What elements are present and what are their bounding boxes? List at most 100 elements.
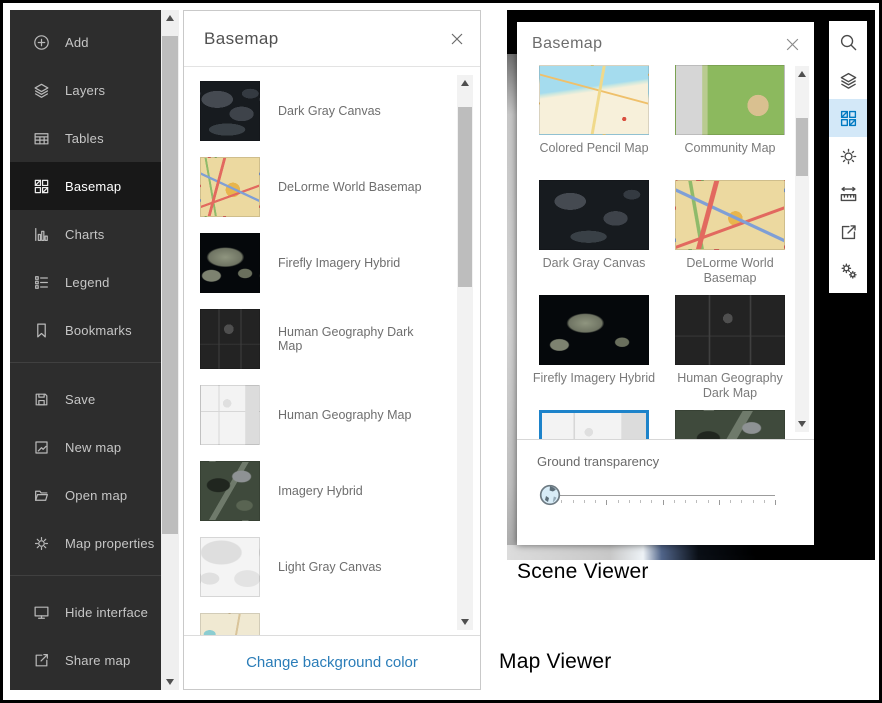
scene-viewer-caption: Scene Viewer — [517, 560, 649, 583]
scroll-down-arrow-icon[interactable] — [166, 679, 174, 685]
basemap-option-imagery-hybrid[interactable]: Imagery Hybrid — [184, 453, 480, 529]
basemap-thumbnail-community — [675, 65, 785, 135]
share-icon — [33, 652, 50, 669]
toolbar-item-search[interactable] — [829, 23, 867, 61]
basemap-thumbnail-colored-pencil — [539, 65, 649, 135]
basemap-option-human-geography-dark-map[interactable]: Human Geography Dark Map — [184, 301, 480, 377]
toolbar-item-daylight[interactable] — [829, 137, 867, 175]
basemap-option-human-geography-dark-map[interactable]: Human Geography Dark Map — [668, 295, 792, 410]
settings-icon — [839, 261, 858, 280]
scroll-up-arrow-icon[interactable] — [798, 71, 806, 77]
sidebar-item-open-map[interactable]: Open map — [10, 471, 161, 519]
monitor-icon — [33, 604, 50, 621]
sidebar-scrollbar[interactable] — [161, 10, 179, 690]
close-icon[interactable] — [450, 32, 464, 46]
scrollbar-thumb[interactable] — [458, 107, 472, 287]
layers-icon — [33, 82, 50, 99]
basemap-option-delorme-world-basemap[interactable]: DeLorme World Basemap — [184, 149, 480, 225]
basemap-option-firefly-imagery-hybrid[interactable]: Firefly Imagery Hybrid — [184, 225, 480, 301]
open-map-icon — [33, 487, 50, 504]
save-icon — [33, 391, 50, 408]
basemap-thumbnail-hg-dark — [200, 309, 260, 369]
basemap-option-human-geography-map[interactable]: Human Geography Map — [532, 410, 656, 439]
panel-header: Basemap — [517, 22, 814, 62]
close-icon[interactable] — [785, 37, 800, 52]
toolbar-item-settings[interactable] — [829, 251, 867, 289]
basemap-grid: Colored Pencil Map Community Map Dark Gr… — [517, 62, 814, 439]
sidebar-item-map-properties[interactable]: Map properties — [10, 519, 161, 567]
scrollbar-thumb[interactable] — [162, 36, 178, 534]
screenshot-frame: Add Layers Tables Basemap Charts Legend … — [0, 0, 882, 703]
basemap-thumbnail-imagery — [675, 410, 785, 439]
scene-viewer-toolbar — [829, 21, 867, 293]
bookmarks-icon — [33, 322, 50, 339]
basemap-thumbnail-hg-light — [539, 410, 649, 439]
charts-icon — [33, 226, 50, 243]
sidebar-item-share-map[interactable]: Share map — [10, 636, 161, 684]
scroll-up-arrow-icon[interactable] — [166, 15, 174, 21]
sidebar-group-map-actions: Save New map Open map Map properties — [10, 367, 161, 571]
basemap-option-community-map[interactable]: Community Map — [668, 65, 792, 180]
scrollbar-thumb[interactable] — [796, 118, 808, 176]
daylight-icon — [839, 147, 858, 166]
slider-track[interactable] — [550, 495, 775, 496]
sidebar-divider — [10, 575, 161, 576]
sidebar-item-charts[interactable]: Charts — [10, 210, 161, 258]
ground-transparency-label: Ground transparency — [537, 454, 660, 469]
scroll-down-arrow-icon[interactable] — [461, 619, 469, 625]
basemap-option-light-gray-canvas[interactable]: Light Gray Canvas — [184, 529, 480, 605]
basemap-list-scrollbar[interactable] — [457, 75, 473, 630]
sidebar-item-add[interactable]: Add — [10, 18, 161, 66]
basemap-thumbnail-dark-gray-canvas — [200, 81, 260, 141]
change-background-color-link[interactable]: Change background color — [246, 654, 418, 671]
share-icon — [839, 223, 858, 242]
basemap-thumbnail-firefly — [539, 295, 649, 365]
basemap-thumbnail-midcentury — [200, 613, 260, 635]
scroll-down-arrow-icon[interactable] — [798, 421, 806, 427]
sidebar-item-basemap[interactable]: Basemap — [10, 162, 161, 210]
map-viewer-basemap-panel: Basemap Dark Gray Canvas DeLorme World B… — [183, 10, 481, 690]
layers-icon — [839, 71, 858, 90]
basemap-thumbnail-delorme — [200, 157, 260, 217]
globe-slider-handle[interactable] — [539, 484, 561, 506]
toolbar-item-share[interactable] — [829, 213, 867, 251]
sidebar-group-content: Add Layers Tables Basemap Charts Legend … — [10, 10, 161, 358]
basemap-option-colored-pencil-map[interactable]: Colored Pencil Map — [532, 65, 656, 180]
basemap-option-delorme-world-basemap[interactable]: DeLorme World Basemap — [668, 180, 792, 295]
sidebar-item-new-map[interactable]: New map — [10, 423, 161, 471]
basemap-option-firefly-imagery-hybrid[interactable]: Firefly Imagery Hybrid — [532, 295, 656, 410]
sidebar-item-save[interactable]: Save — [10, 375, 161, 423]
basemap-option-dark-gray-canvas[interactable]: Dark Gray Canvas — [184, 73, 480, 149]
basemap-list-viewport: Dark Gray Canvas DeLorme World Basemap F… — [184, 67, 480, 635]
sidebar-item-layers[interactable]: Layers — [10, 66, 161, 114]
toolbar-item-layers[interactable] — [829, 61, 867, 99]
basemap-option-mid-century-map[interactable]: Mid-Century Map — [184, 605, 480, 635]
basemap-option-dark-gray-canvas[interactable]: Dark Gray Canvas — [532, 180, 656, 295]
sidebar-item-hide-interface[interactable]: Hide interface — [10, 588, 161, 636]
sidebar-group-app-actions: Hide interface Share map — [10, 580, 161, 688]
map-viewer-sidebar: Add Layers Tables Basemap Charts Legend … — [10, 10, 161, 690]
basemap-thumbnail-hg-light — [200, 385, 260, 445]
basemap-thumbnail-dark-gray-canvas — [539, 180, 649, 250]
sidebar-item-tables[interactable]: Tables — [10, 114, 161, 162]
basemap-grid-scrollbar[interactable] — [795, 66, 809, 432]
panel-footer: Change background color — [184, 635, 480, 689]
map-viewer-caption: Map Viewer — [499, 650, 612, 673]
basemap-option-human-geography-map[interactable]: Human Geography Map — [184, 377, 480, 453]
basemap-option-imagery-hybrid[interactable]: Imagery Hybrid — [668, 410, 792, 439]
panel-title: Basemap — [532, 35, 603, 52]
scroll-up-arrow-icon[interactable] — [461, 80, 469, 86]
new-map-icon — [33, 439, 50, 456]
panel-title: Basemap — [204, 28, 279, 48]
scene-viewer-screenshot: Basemap Colored Pencil Map Community Map… — [507, 10, 875, 560]
gear-icon — [33, 535, 50, 552]
sidebar-item-legend[interactable]: Legend — [10, 258, 161, 306]
ground-transparency-section: Ground transparency — [517, 439, 814, 545]
basemap-thumbnail-firefly — [200, 233, 260, 293]
basemap-thumbnail-delorme — [675, 180, 785, 250]
sidebar-item-bookmarks[interactable]: Bookmarks — [10, 306, 161, 354]
slider-ticks — [550, 500, 776, 506]
scene-globe-edge — [507, 545, 875, 560]
toolbar-item-measure[interactable] — [829, 175, 867, 213]
toolbar-item-basemap[interactable] — [829, 99, 867, 137]
